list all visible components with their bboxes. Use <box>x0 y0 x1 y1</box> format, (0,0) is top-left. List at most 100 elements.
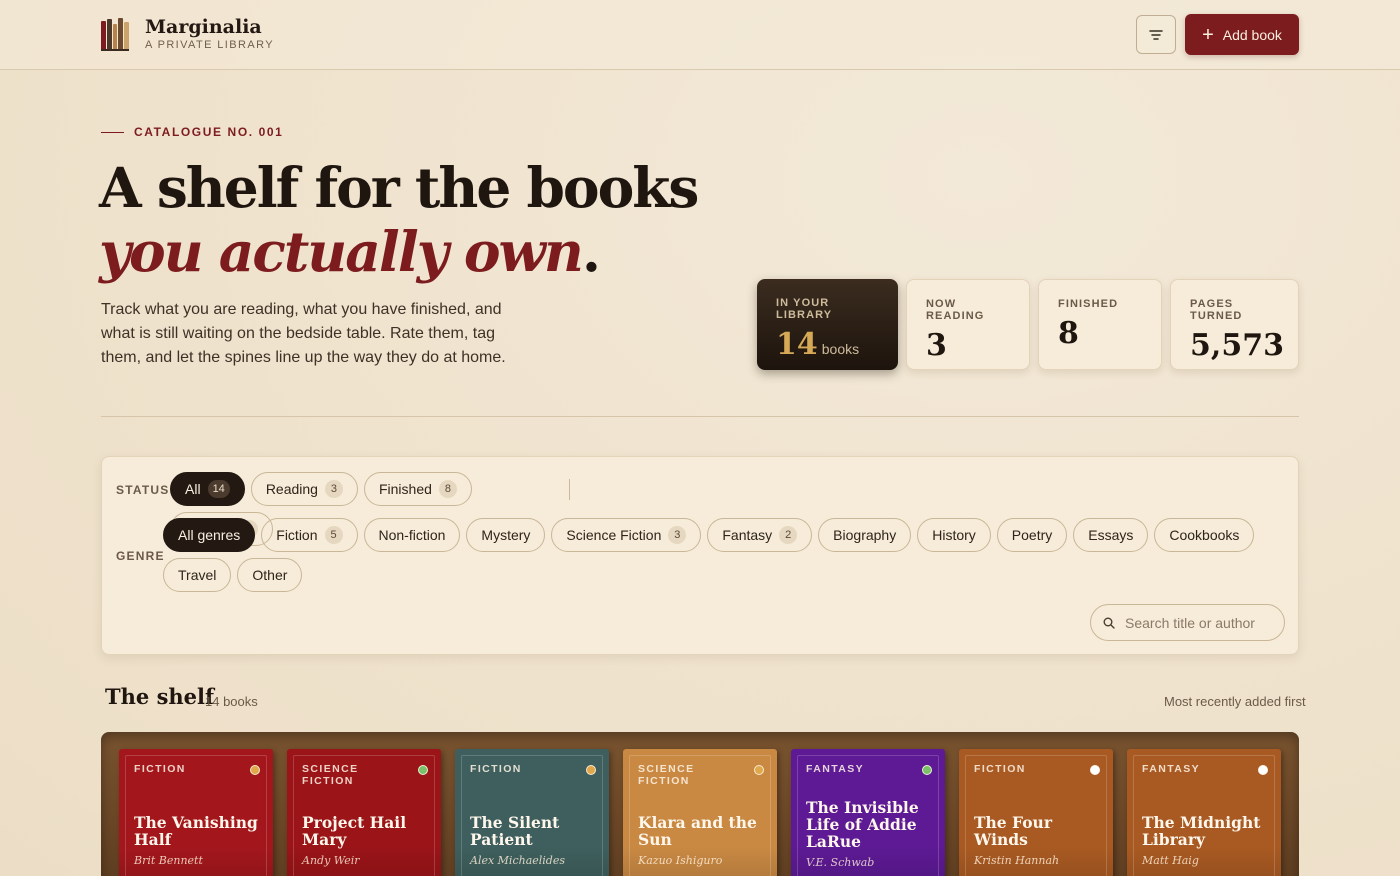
book-card[interactable]: FANTASY The Midnight Library Matt Haig <box>1127 749 1281 876</box>
status-chip[interactable]: All 14 <box>170 472 245 506</box>
genre-chip-label: History <box>932 527 976 543</box>
filter-panel: STATUS All14Reading3Finished8Wishlist3 G… <box>101 456 1299 655</box>
genre-chip-label: Fantasy <box>722 527 773 543</box>
genre-chip-label: All genres <box>178 527 241 543</box>
search-box[interactable] <box>1090 604 1285 641</box>
genre-filter-group: All genres Fiction 5 Non-fiction Mystery Scie… <box>163 518 1263 592</box>
brand-subtitle: A PRIVATE LIBRARY <box>145 39 274 51</box>
genre-label: GENRE <box>116 549 165 563</box>
genre-chip[interactable]: Non-fiction <box>363 518 461 552</box>
book-card[interactable]: FANTASY The Invisible Life of Addie LaRue… <box>791 749 945 876</box>
book-genre: FICTION <box>134 763 186 775</box>
status-dot-icon <box>922 765 932 775</box>
section-divider <box>101 416 1299 417</box>
book-author: V.E. Schwab <box>806 856 875 869</box>
genre-chip[interactable]: All genres <box>163 518 256 552</box>
stat-label: FINISHED <box>1058 298 1119 310</box>
eyebrow-rule <box>101 131 124 133</box>
stat-value: 8 <box>1058 316 1079 351</box>
book-title: The Invisible Life of Addie LaRue <box>806 798 919 851</box>
status-dot-icon <box>418 765 428 775</box>
title-line-2: you actually own. <box>99 220 697 284</box>
book-genre: FANTASY <box>806 763 865 775</box>
genre-chip[interactable]: Fantasy 2 <box>707 518 813 552</box>
book-author: Brit Bennett <box>134 854 203 867</box>
add-book-label: Add book <box>1222 26 1282 43</box>
book-info: The Midnight Library Matt Haig <box>1142 814 1269 867</box>
genre-chip-label: Biography <box>833 527 897 543</box>
page-title: A shelf for the books you actually own. <box>99 155 699 284</box>
book-card[interactable]: FICTION The Vanishing Half Brit Bennett <box>119 749 273 876</box>
title-emphasis: you actually own <box>99 219 584 284</box>
genre-chip-label: Travel <box>178 567 217 583</box>
genre-chip[interactable]: History <box>917 518 991 552</box>
genre-chip[interactable]: Poetry <box>996 518 1068 552</box>
genre-chip[interactable]: Other <box>237 558 303 592</box>
genre-chip-label: Essays <box>1088 527 1134 543</box>
book-card[interactable]: SCIENCE FICTION Project Hail Mary Andy Wei… <box>287 749 441 876</box>
genre-chip[interactable]: Biography <box>818 518 912 552</box>
book-title: Project Hail Mary <box>302 813 407 849</box>
top-bar: Marginalia A PRIVATE LIBRARY + Add book <box>0 0 1400 70</box>
shelf-count: 14 books <box>205 694 258 709</box>
book-card[interactable]: SCIENCE FICTION Klara and the Sun Kazuo Is… <box>623 749 777 876</box>
stat-label: PAGES TURNED <box>1190 298 1243 322</box>
add-book-button[interactable]: + Add book <box>1185 14 1299 55</box>
stat-pages-turned: PAGES TURNED 5,573 <box>1170 279 1299 370</box>
status-dot-icon <box>1258 765 1268 775</box>
status-chip-label: Finished <box>378 481 432 497</box>
eyebrow-text: CATALOGUE NO. 001 <box>134 125 284 139</box>
book-title: The Four Winds <box>974 813 1052 849</box>
sliders-icon <box>1149 29 1163 40</box>
genre-chip-count: 2 <box>779 526 798 544</box>
book-title: The Silent Patient <box>470 813 560 849</box>
search-icon <box>1103 617 1115 629</box>
brand-name: Marginalia <box>145 16 262 38</box>
genre-chip[interactable]: Essays <box>1073 518 1149 552</box>
genre-chip-label: Cookbooks <box>1169 527 1240 543</box>
book-genre: SCIENCE FICTION <box>638 763 695 787</box>
library-count: 14 <box>776 327 818 362</box>
brand[interactable]: Marginalia A PRIVATE LIBRARY <box>101 16 274 52</box>
status-chip-count: 8 <box>438 480 457 498</box>
book-card[interactable]: FICTION The Silent Patient Alex Michaelide… <box>455 749 609 876</box>
book-info: Klara and the Sun Kazuo Ishiguro <box>638 814 765 867</box>
genre-chip[interactable]: Mystery <box>466 518 546 552</box>
book-info: Project Hail Mary Andy Weir <box>302 814 429 867</box>
book-genre: FICTION <box>470 763 522 775</box>
status-chip-count: 14 <box>207 480 230 498</box>
status-chip-count: 3 <box>324 480 343 498</box>
filter-separator <box>569 479 570 500</box>
stat-library: IN YOUR LIBRARY 14 books <box>757 279 898 370</box>
status-chip[interactable]: Reading 3 <box>250 472 358 506</box>
genre-chip[interactable]: Science Fiction 3 <box>551 518 702 552</box>
genre-chip-label: Mystery <box>481 527 531 543</box>
status-dot-icon <box>1090 765 1100 775</box>
book-genre: SCIENCE FICTION <box>302 763 359 787</box>
book-info: The Four Winds Kristin Hannah <box>974 814 1101 867</box>
filter-button[interactable] <box>1136 15 1176 54</box>
status-label: STATUS <box>116 483 170 497</box>
status-chip[interactable]: Finished 8 <box>363 472 472 506</box>
book-info: The Silent Patient Alex Michaelides <box>470 814 597 867</box>
plus-icon: + <box>1202 23 1214 46</box>
genre-chip-label: Other <box>252 567 288 583</box>
genre-chip[interactable]: Fiction 5 <box>261 518 358 552</box>
book-card[interactable]: FICTION The Four Winds Kristin Hannah <box>959 749 1113 876</box>
shelf-title: The shelf <box>105 684 215 709</box>
genre-chip-label: Poetry <box>1011 527 1053 543</box>
search-input[interactable] <box>1125 614 1275 631</box>
genre-chip-label: Science Fiction <box>566 527 662 543</box>
books-logo-icon <box>101 17 129 51</box>
stat-label: IN YOUR LIBRARY <box>776 297 833 321</box>
book-info: The Invisible Life of Addie LaRue V.E. Sc… <box>806 799 933 869</box>
book-author: Andy Weir <box>302 854 360 867</box>
hero-description: Track what you are reading, what you hav… <box>101 301 506 366</box>
catalogue-eyebrow: CATALOGUE NO. 001 <box>101 125 283 139</box>
sort-order[interactable]: Most recently added first <box>1164 694 1306 709</box>
status-chip-label: All <box>185 481 201 497</box>
title-line-1: A shelf for the books <box>99 155 699 220</box>
genre-chip[interactable]: Cookbooks <box>1154 518 1255 552</box>
stat-label: NOW READING <box>926 298 985 322</box>
genre-chip[interactable]: Travel <box>163 558 232 592</box>
